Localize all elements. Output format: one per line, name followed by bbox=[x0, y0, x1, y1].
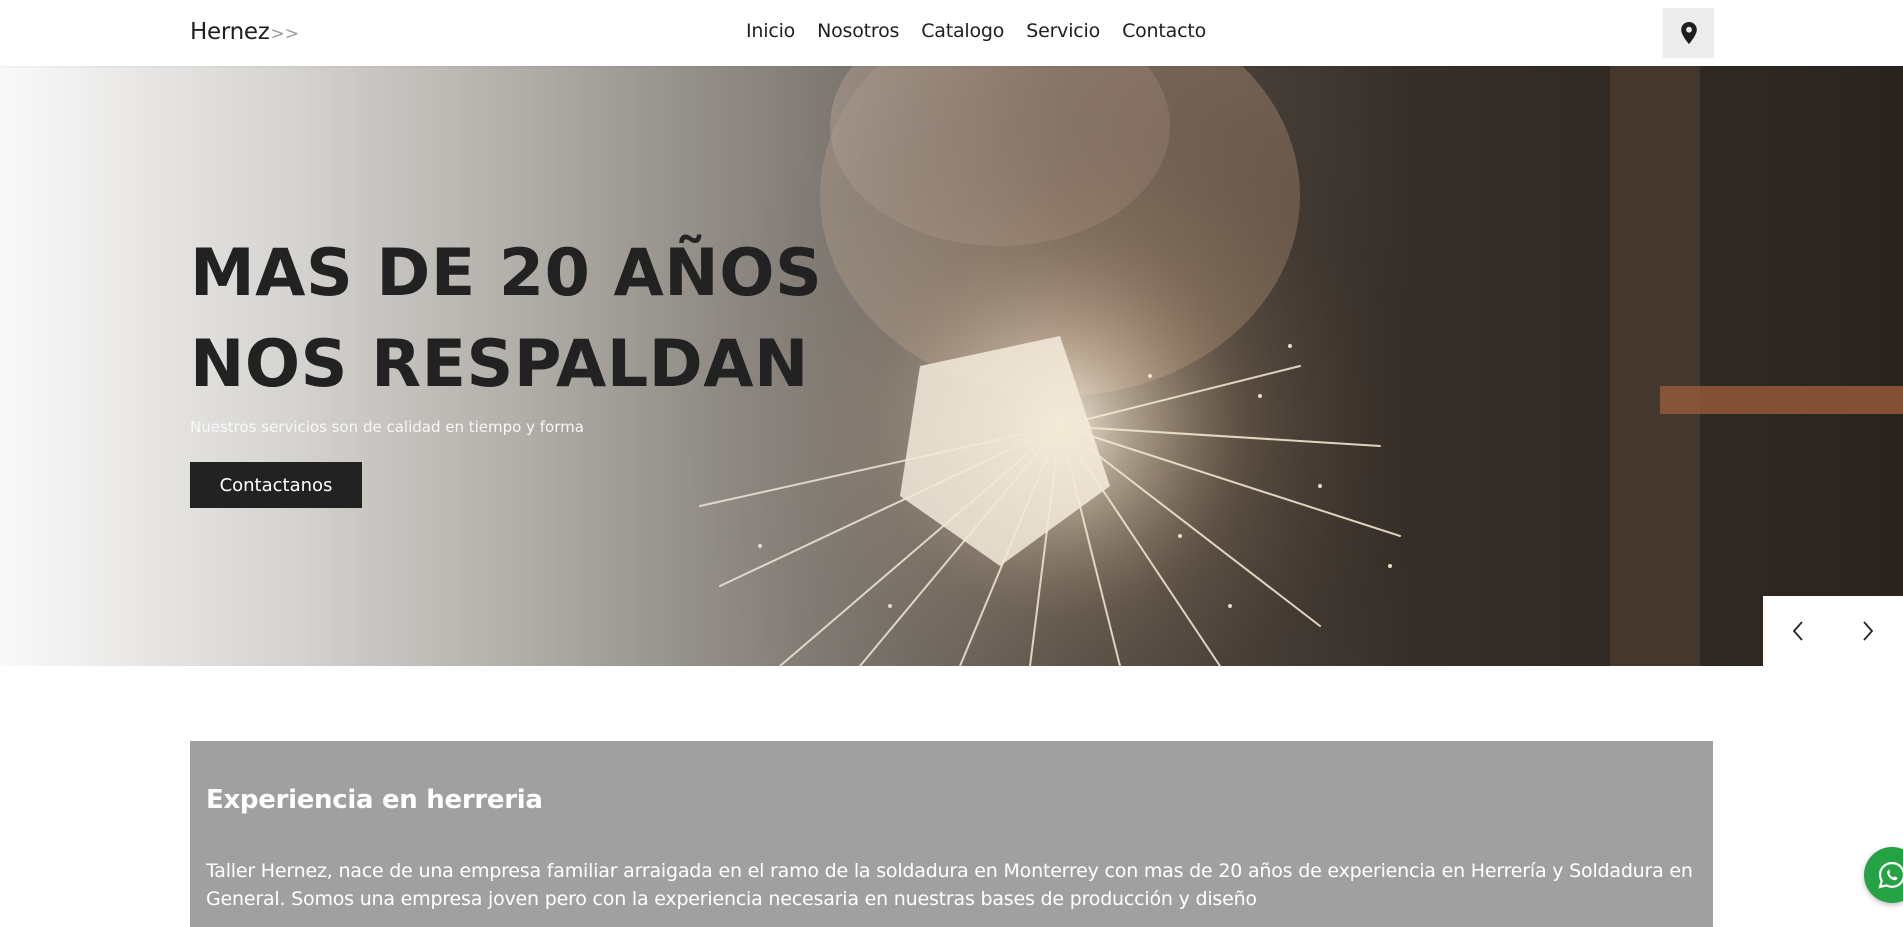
hero-title: MAS DE 20 AÑOS NOS RESPALDAN bbox=[190, 228, 822, 410]
chevron-right-icon bbox=[1863, 621, 1874, 641]
main-nav: Inicio Nosotros Catalogo Servicio Contac… bbox=[746, 20, 1206, 42]
slider-prev-button[interactable] bbox=[1778, 611, 1818, 651]
hero-slider: MAS DE 20 AÑOS NOS RESPALDAN Nuestros se… bbox=[0, 66, 1903, 666]
nav-item-catalogo[interactable]: Catalogo bbox=[921, 20, 1004, 42]
brand-logo[interactable]: Hernez>> bbox=[190, 19, 299, 45]
experience-title: Experiencia en herreria bbox=[206, 785, 543, 815]
chevron-left-icon bbox=[1792, 621, 1803, 641]
slider-controls bbox=[1763, 596, 1903, 666]
experience-text: Taller Hernez, nace de una empresa famil… bbox=[206, 860, 1693, 910]
experience-section: Experiencia en herreria Taller Hernez, n… bbox=[190, 741, 1713, 927]
map-pin-icon bbox=[1680, 22, 1697, 44]
whatsapp-icon bbox=[1878, 861, 1903, 889]
brand-name: Hernez bbox=[190, 19, 270, 45]
slider-next-button[interactable] bbox=[1848, 611, 1888, 651]
brand-arrows: >> bbox=[270, 24, 300, 44]
hero-title-line-2: NOS RESPALDAN bbox=[190, 327, 809, 402]
location-button[interactable] bbox=[1663, 8, 1714, 58]
nav-item-nosotros[interactable]: Nosotros bbox=[817, 20, 899, 42]
site-header: Hernez>> Inicio Nosotros Catalogo Servic… bbox=[0, 0, 1903, 66]
hero-title-line-1: MAS DE 20 AÑOS bbox=[190, 236, 823, 311]
contact-button[interactable]: Contactanos bbox=[190, 462, 362, 508]
nav-item-servicio[interactable]: Servicio bbox=[1026, 20, 1100, 42]
nav-item-contacto[interactable]: Contacto bbox=[1122, 20, 1206, 42]
hero-subtitle: Nuestros servicios son de calidad en tie… bbox=[190, 418, 584, 436]
nav-item-inicio[interactable]: Inicio bbox=[746, 20, 795, 42]
whatsapp-button[interactable] bbox=[1864, 847, 1903, 903]
